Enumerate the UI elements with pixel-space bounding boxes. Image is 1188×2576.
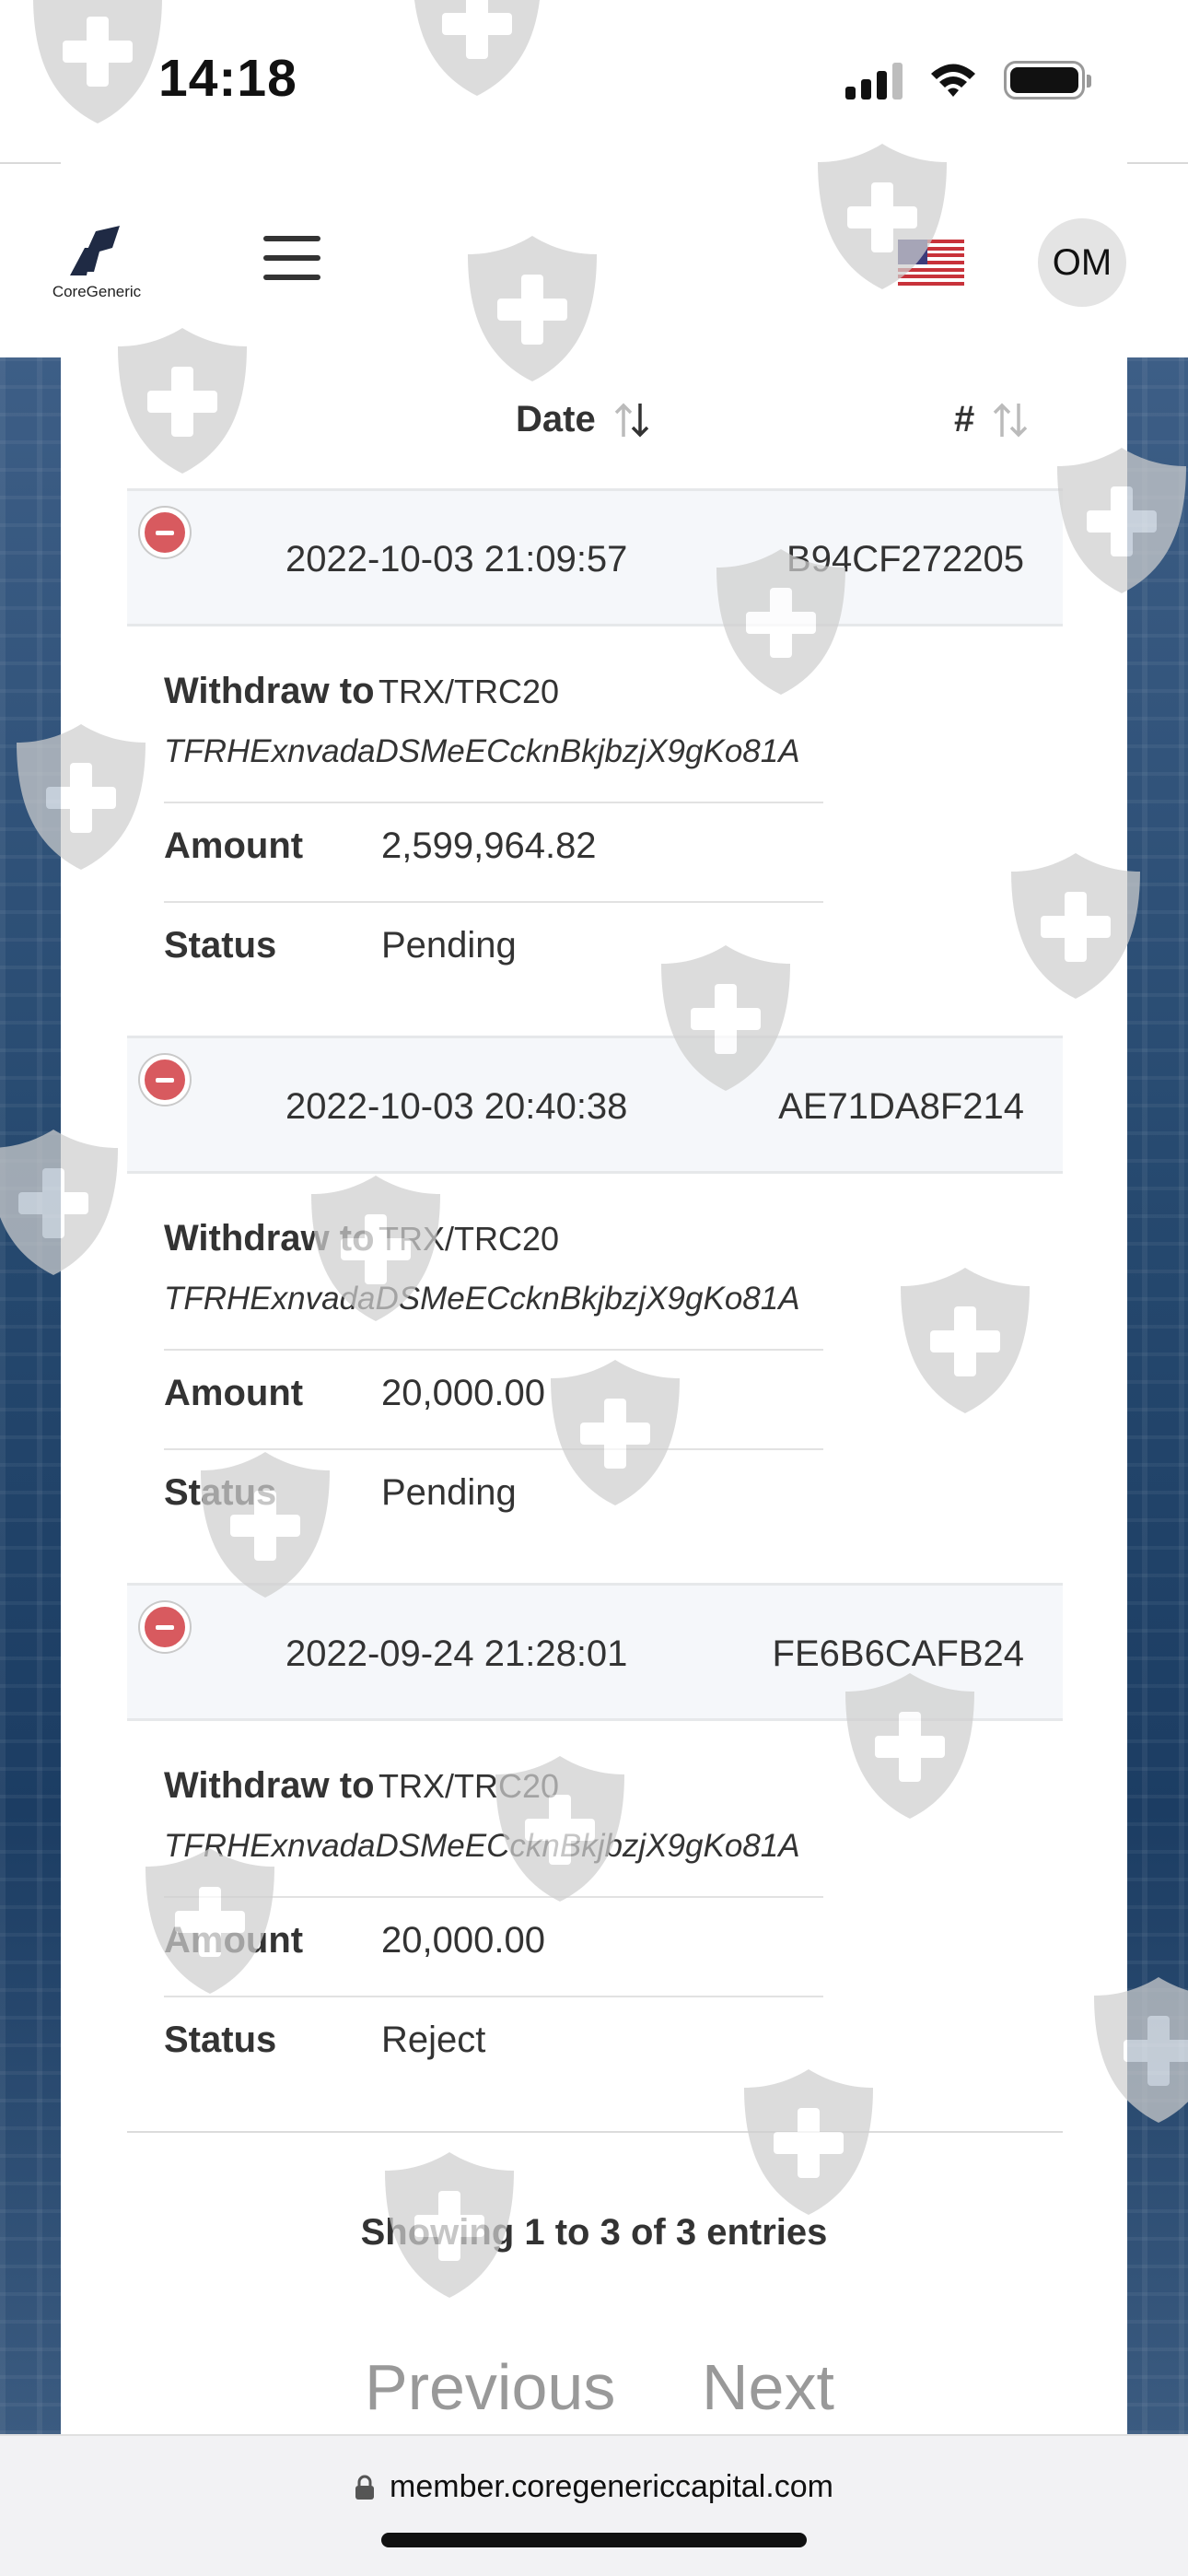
- next-button[interactable]: Next: [702, 2350, 834, 2424]
- collapse-row-icon[interactable]: [140, 508, 190, 557]
- withdrawals-card: Date # 2022-10-03 21:09:57 B94CF272205 W…: [61, 357, 1127, 2434]
- logo[interactable]: CoreGeneric: [51, 224, 143, 301]
- url-text: member.coregenericcapital.com: [390, 2469, 833, 2504]
- amount-value: 20,000.00: [381, 1373, 545, 1413]
- column-header-label: Date: [516, 399, 596, 439]
- status-label: Status: [164, 925, 277, 966]
- browser-address-bar[interactable]: member.coregenericcapital.com: [0, 2434, 1188, 2576]
- divider: [164, 1996, 823, 1997]
- network-value: TRX/TRC20: [378, 1767, 559, 1805]
- wallet-address: TFRHExnvadaDSMeECcknBkjbzjX9gKo81A: [164, 1281, 800, 1317]
- row-date: 2022-09-24 21:28:01: [285, 1633, 628, 1674]
- amount-value: 2,599,964.82: [381, 825, 597, 866]
- column-header-date[interactable]: Date: [516, 399, 653, 440]
- withdraw-to: Withdraw to TRX/TRC20: [164, 1218, 559, 1259]
- status-label: Status: [164, 1472, 277, 1513]
- table-bottom-divider: [127, 2131, 1063, 2133]
- status-icons: [845, 57, 1091, 103]
- sort-icon: [994, 403, 1028, 437]
- status-value: Pending: [381, 1472, 517, 1513]
- table-row[interactable]: 2022-10-03 21:09:57 B94CF272205: [127, 488, 1063, 626]
- withdraw-to-label: Withdraw to: [164, 1218, 375, 1259]
- divider: [164, 1448, 823, 1450]
- row-details: Withdraw to TRX/TRC20 TFRHExnvadaDSMeECc…: [164, 671, 823, 966]
- logo-mark-icon: [70, 226, 120, 275]
- divider: [164, 1896, 823, 1898]
- row-details: Withdraw to TRX/TRC20 TFRHExnvadaDSMeECc…: [164, 1765, 823, 2060]
- avatar[interactable]: OM: [1038, 218, 1126, 307]
- row-details: Withdraw to TRX/TRC20 TFRHExnvadaDSMeECc…: [164, 1218, 823, 1513]
- wallet-address: TFRHExnvadaDSMeECcknBkjbzjX9gKo81A: [164, 733, 800, 769]
- network-value: TRX/TRC20: [378, 673, 559, 710]
- divider: [164, 1349, 823, 1351]
- us-flag-icon[interactable]: [898, 240, 964, 286]
- row-date: 2022-10-03 21:09:57: [285, 539, 628, 580]
- home-indicator[interactable]: [381, 2533, 807, 2547]
- menu-icon[interactable]: [263, 236, 320, 280]
- network-value: TRX/TRC20: [378, 1220, 559, 1258]
- status-value: Reject: [381, 2020, 486, 2060]
- table-row[interactable]: 2022-10-03 20:40:38 AE71DA8F214: [127, 1036, 1063, 1174]
- collapse-row-icon[interactable]: [140, 1055, 190, 1105]
- divider: [164, 802, 823, 803]
- status-time: 14:18: [158, 49, 297, 108]
- column-header-label: #: [954, 399, 975, 439]
- row-id: FE6B6CAFB24: [772, 1633, 1024, 1674]
- entries-summary: Showing 1 to 3 of 3 entries: [360, 2212, 828, 2253]
- status-bar: 14:18: [0, 0, 1188, 161]
- amount-label: Amount: [164, 825, 304, 866]
- amount-label: Amount: [164, 1920, 304, 1961]
- withdraw-to: Withdraw to TRX/TRC20: [164, 671, 559, 712]
- row-id: B94CF272205: [786, 539, 1024, 580]
- battery-icon: [1004, 61, 1091, 100]
- sort-icon: [614, 403, 648, 437]
- withdraw-to: Withdraw to TRX/TRC20: [164, 1765, 559, 1807]
- cellular-signal-icon: [845, 61, 903, 100]
- wifi-icon: [931, 64, 975, 97]
- row-id: AE71DA8F214: [778, 1086, 1024, 1127]
- amount-value: 20,000.00: [381, 1920, 545, 1961]
- status-label: Status: [164, 2020, 277, 2060]
- table-row[interactable]: 2022-09-24 21:28:01 FE6B6CAFB24: [127, 1583, 1063, 1721]
- status-value: Pending: [381, 925, 517, 966]
- withdraw-to-label: Withdraw to: [164, 1765, 375, 1806]
- previous-button[interactable]: Previous: [365, 2350, 615, 2424]
- withdraw-to-label: Withdraw to: [164, 671, 375, 711]
- divider: [164, 901, 823, 903]
- logo-text: CoreGeneric: [52, 283, 142, 300]
- wallet-address: TFRHExnvadaDSMeECcknBkjbzjX9gKo81A: [164, 1828, 800, 1864]
- site-header: CoreGeneric OM: [0, 164, 1188, 357]
- lock-icon: [355, 2475, 375, 2500]
- amount-label: Amount: [164, 1373, 304, 1413]
- row-date: 2022-10-03 20:40:38: [285, 1086, 628, 1127]
- collapse-row-icon[interactable]: [140, 1602, 190, 1652]
- column-header-id[interactable]: #: [954, 399, 1031, 440]
